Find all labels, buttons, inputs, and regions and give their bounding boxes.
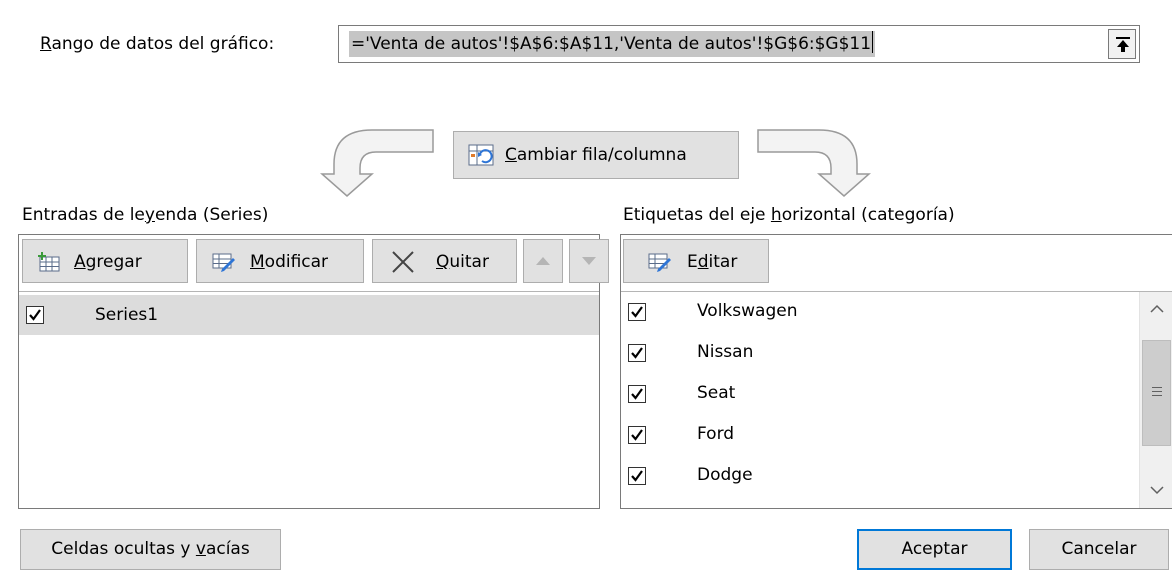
axis-toolbar: Editar	[621, 235, 1172, 292]
series-checkbox[interactable]	[26, 306, 44, 324]
checkmark-icon	[631, 388, 643, 400]
series-name: Series1	[95, 305, 159, 325]
curved-arrow-right-icon	[757, 129, 871, 197]
category-list-item[interactable]: Seat	[621, 374, 1139, 415]
legend-entries-header: Entradas de leyenda (Series)	[22, 205, 269, 225]
edit-series-button[interactable]: Modificar	[196, 239, 364, 283]
category-label: Dodge	[697, 465, 753, 485]
data-range-input[interactable]: ='Venta de autos'!$A$6:$A$11,'Venta de a…	[338, 25, 1140, 63]
category-label: Nissan	[697, 342, 754, 362]
switch-row-column-button[interactable]: Cambiar fila/columna	[453, 131, 739, 179]
edit-axis-labels-label: Editar	[687, 252, 738, 272]
category-list-item[interactable]: Nissan	[621, 333, 1139, 374]
horizontal-axis-labels-panel: Editar Volkswagen Nissan Seat Ford Dodge	[620, 234, 1172, 509]
add-series-button[interactable]: Agregar	[22, 239, 188, 283]
category-label: Volkswagen	[697, 301, 798, 321]
checkmark-icon	[631, 306, 643, 318]
collapse-dialog-icon	[1116, 37, 1130, 52]
category-label: Seat	[697, 383, 736, 403]
category-list-item[interactable]: Ford	[621, 415, 1139, 456]
ok-button[interactable]: Aceptar	[857, 529, 1012, 570]
checkmark-icon	[631, 347, 643, 359]
switch-row-column-label: Cambiar fila/columna	[505, 145, 687, 165]
data-range-label: Rango de datos del gráfico:	[40, 34, 275, 54]
add-series-label: Agregar	[74, 252, 142, 272]
data-range-value[interactable]: ='Venta de autos'!$A$6:$A$11,'Venta de a…	[349, 31, 876, 57]
edit-table-icon	[212, 253, 235, 272]
checkmark-icon	[29, 309, 41, 321]
scrollbar-thumb[interactable]	[1142, 340, 1171, 446]
cancel-button[interactable]: Cancelar	[1029, 529, 1169, 570]
category-label: Ford	[697, 424, 735, 444]
vertical-scrollbar[interactable]	[1139, 292, 1172, 508]
series-toolbar: Agregar Modificar Quitar	[19, 235, 609, 292]
edit-table-icon	[648, 253, 671, 272]
checkmark-icon	[631, 429, 643, 441]
category-checkbox[interactable]	[628, 303, 646, 321]
collapse-dialog-button[interactable]	[1108, 29, 1136, 59]
grip-icon	[1152, 387, 1162, 399]
category-list-item[interactable]: Dodge	[621, 456, 1139, 497]
legend-entries-panel: Agregar Modificar Quitar Series1	[18, 234, 609, 509]
chevron-up-icon	[1150, 304, 1164, 313]
edit-series-label: Modificar	[250, 252, 329, 272]
edit-axis-labels-button[interactable]: Editar	[623, 239, 769, 283]
category-checkbox[interactable]	[628, 344, 646, 362]
triangle-down-icon	[582, 257, 596, 265]
curved-arrow-left-icon	[320, 129, 434, 197]
series-list-item[interactable]: Series1	[19, 295, 599, 335]
close-x-icon	[392, 251, 414, 273]
category-checkbox[interactable]	[628, 467, 646, 485]
chevron-down-icon	[1150, 486, 1164, 495]
switch-row-column-icon	[468, 144, 494, 166]
hidden-empty-cells-button[interactable]: Celdas ocultas y vacías	[20, 529, 281, 570]
add-table-icon	[38, 252, 60, 272]
scroll-down-button[interactable]	[1140, 474, 1172, 508]
move-up-button[interactable]	[523, 239, 563, 283]
triangle-up-icon	[536, 257, 550, 265]
category-checkbox[interactable]	[628, 385, 646, 403]
remove-series-button[interactable]: Quitar	[372, 239, 517, 283]
horizontal-axis-labels-header: Etiquetas del eje horizontal (categoría)	[623, 205, 955, 225]
scroll-up-button[interactable]	[1140, 292, 1172, 326]
move-down-button[interactable]	[569, 239, 609, 283]
remove-series-label: Quitar	[436, 252, 489, 272]
category-list-item[interactable]: Volkswagen	[621, 292, 1139, 333]
checkmark-icon	[631, 470, 643, 482]
category-checkbox[interactable]	[628, 426, 646, 444]
